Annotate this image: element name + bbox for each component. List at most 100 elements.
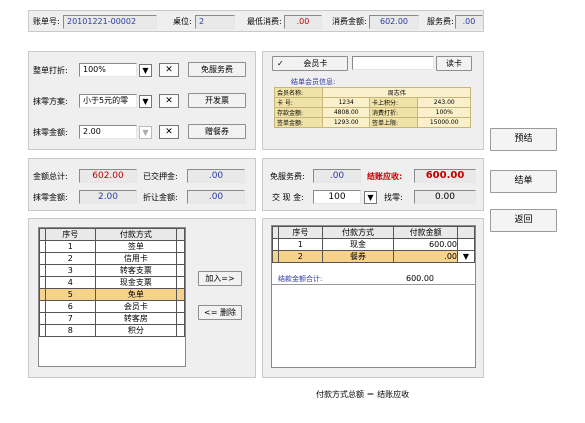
pay-method-row[interactable]: 2 信用卡 (39, 252, 185, 265)
pay-method-cell: 1 (44, 240, 96, 253)
payment-cell: 1 (277, 238, 323, 251)
payments-table: 序号 付款方式 付款金额 1 现金 600.00 2 餐券 .00 ▼ (272, 226, 475, 263)
rounding-total-label: 抹零金额: (33, 193, 68, 202)
payments-sum-row: 结款金额合计: 600.00 (272, 273, 475, 285)
free-service-button[interactable]: 免服务费 (188, 62, 246, 77)
min-consume-field: .00 (284, 15, 322, 29)
pay-method-row[interactable]: 4 现金支票 (39, 276, 185, 289)
invoice-button[interactable]: 开发票 (188, 93, 246, 108)
pay-method-row[interactable]: 5 免单 (39, 288, 185, 301)
payment-cell: 现金 (321, 238, 395, 251)
col-header-no: 序号 (44, 228, 96, 241)
member-info-table: 会员名称: 周志伟 卡 号: 1234 卡上积分: 243.00 存款金额: 4… (273, 87, 471, 128)
col-header-no: 序号 (277, 226, 323, 239)
pay-method-cell: 信用卡 (94, 252, 178, 265)
amount-total-field: 602.00 (79, 169, 137, 183)
payment-cell: 餐券 (321, 250, 395, 263)
totals-panel: 金额总计: 602.00 已交押金: .00 抹零金额: 2.00 折让金额: … (28, 158, 256, 211)
pay-method-cell: 5 (44, 288, 96, 301)
rounding-amount-select[interactable]: 2.00 (79, 125, 137, 139)
consume-total-field: 602.00 (369, 15, 419, 29)
preclose-button[interactable]: 预结 (490, 128, 557, 151)
settle-member-info-title: 结单会员信息: (291, 78, 336, 86)
row-spacer (176, 300, 185, 313)
row-spacer (176, 288, 185, 301)
rounding-dropdown-icon[interactable]: ▼ (139, 95, 152, 108)
rounding-select[interactable]: 小于5元的零 (79, 94, 137, 108)
whole-discount-label: 整单打折: (33, 66, 68, 75)
discount-amount-field: .00 (187, 190, 245, 204)
payment-row[interactable]: 1 现金 600.00 (272, 238, 475, 251)
pay-method-row[interactable]: 1 签单 (39, 240, 185, 253)
pay-method-cell: 会员卡 (94, 300, 178, 313)
info-cell: 签单上限: (368, 117, 419, 128)
whole-discount-select[interactable]: 100% (79, 63, 137, 77)
payment-cell: .00 (393, 250, 459, 263)
info-cell: 4808.00 (322, 107, 370, 118)
close-bill-button[interactable]: 结单 (490, 170, 557, 193)
pay-method-cell: 6 (44, 300, 96, 313)
whole-discount-clear-icon[interactable]: ✕ (159, 63, 179, 77)
payments-panel: 序号 付款方式 付款金额 1 现金 600.00 2 餐券 .00 ▼ 结款金额合计: 60… (262, 218, 484, 378)
pay-method-cell: 7 (44, 312, 96, 325)
check-icon: ✓ (277, 59, 284, 68)
info-cell: 周志伟 (322, 87, 471, 98)
info-cell: 100% (417, 107, 471, 118)
rounding-total-field: 2.00 (79, 190, 137, 204)
pay-method-row[interactable]: 3 转客支票 (39, 264, 185, 277)
col-header-amount: 付款金额 (393, 226, 459, 239)
bill-no-label: 账单号: (33, 17, 60, 26)
member-card-input[interactable] (352, 56, 434, 70)
cash-label: 交 现 金: (272, 193, 304, 202)
col-header-method: 付款方式 (94, 228, 178, 241)
info-cell: 243.00 (417, 97, 471, 108)
member-deposit-row: 存款金额: 4808.00 消费打折: 100% (273, 107, 471, 118)
info-cell: 消费打折: (368, 107, 419, 118)
member-name-row: 会员名称: 周志伟 (273, 87, 471, 98)
info-cell: 1293.00 (322, 117, 370, 128)
amount-total-label: 金额总计: (33, 172, 68, 181)
whole-discount-dropdown-icon[interactable]: ▼ (139, 64, 152, 77)
col-header-method: 付款方式 (321, 226, 395, 239)
pay-methods-header-row: 序号 付款方式 (39, 228, 185, 241)
pay-method-cell: 2 (44, 252, 96, 265)
receivable-label: 结账应收: (367, 172, 403, 181)
header-panel: 账单号: 20101221-00002 桌位: 2 最低消费: .00 消费金额… (28, 10, 484, 32)
rounding-label: 抹零方案: (33, 97, 68, 106)
receivable-field: 600.00 (414, 169, 476, 183)
gift-voucher-button[interactable]: 赠餐券 (188, 124, 246, 139)
payment-row[interactable]: 2 餐券 .00 ▼ (272, 250, 475, 263)
pay-method-cell: 8 (44, 324, 96, 337)
payments-grid: 序号 付款方式 付款金额 1 现金 600.00 2 餐券 .00 ▼ 结款金额合计: 60… (271, 225, 476, 368)
pay-method-row[interactable]: 8 积分 (39, 324, 185, 337)
rounding-amount-dropdown-icon[interactable]: ▼ (139, 126, 152, 139)
pay-method-cell: 4 (44, 276, 96, 289)
rounding-clear-icon[interactable]: ✕ (159, 94, 179, 108)
rounding-amount-clear-icon[interactable]: ✕ (159, 125, 179, 139)
row-spacer (176, 276, 185, 289)
payment-amount-dropdown-icon[interactable]: ▼ (457, 250, 475, 263)
back-button[interactable]: 返回 (490, 209, 557, 232)
add-payment-button[interactable]: 加入=> (198, 271, 242, 286)
member-sign-row: 签单金额: 1293.00 签单上限: 15000.00 (273, 117, 471, 128)
member-card-button[interactable]: ✓ 会员卡 (272, 56, 348, 71)
row-spacer (176, 264, 185, 277)
member-card-no-row: 卡 号: 1234 卡上积分: 243.00 (273, 97, 471, 108)
read-card-button[interactable]: 读卡 (436, 56, 472, 71)
discount-amount-label: 折让金额: (143, 193, 178, 202)
pay-method-cell: 签单 (94, 240, 178, 253)
pay-methods-table: 序号 付款方式 1 签单 2 信用卡 3 转客支票 4 现金支票 5 免单 6 会员卡 7 转客房 8 积分 (39, 228, 185, 337)
pay-method-cell: 免单 (94, 288, 178, 301)
payment-cell: 2 (277, 250, 323, 263)
pay-method-row[interactable]: 7 转客房 (39, 312, 185, 325)
pay-method-row[interactable]: 6 会员卡 (39, 300, 185, 313)
remove-payment-button[interactable]: <= 删除 (198, 305, 242, 320)
cash-dropdown-icon[interactable]: ▼ (364, 191, 377, 204)
change-label: 找零: (384, 193, 403, 202)
bill-no-field: 20101221-00002 (63, 15, 157, 29)
info-cell: 会员名称: (273, 87, 324, 98)
pay-method-cell: 积分 (94, 324, 178, 337)
member-panel: ✓ 会员卡 读卡 结单会员信息: 会员名称: 周志伟 卡 号: 1234 卡上积… (262, 51, 484, 150)
cash-input[interactable]: 100 (313, 190, 361, 204)
pay-method-cell: 3 (44, 264, 96, 277)
